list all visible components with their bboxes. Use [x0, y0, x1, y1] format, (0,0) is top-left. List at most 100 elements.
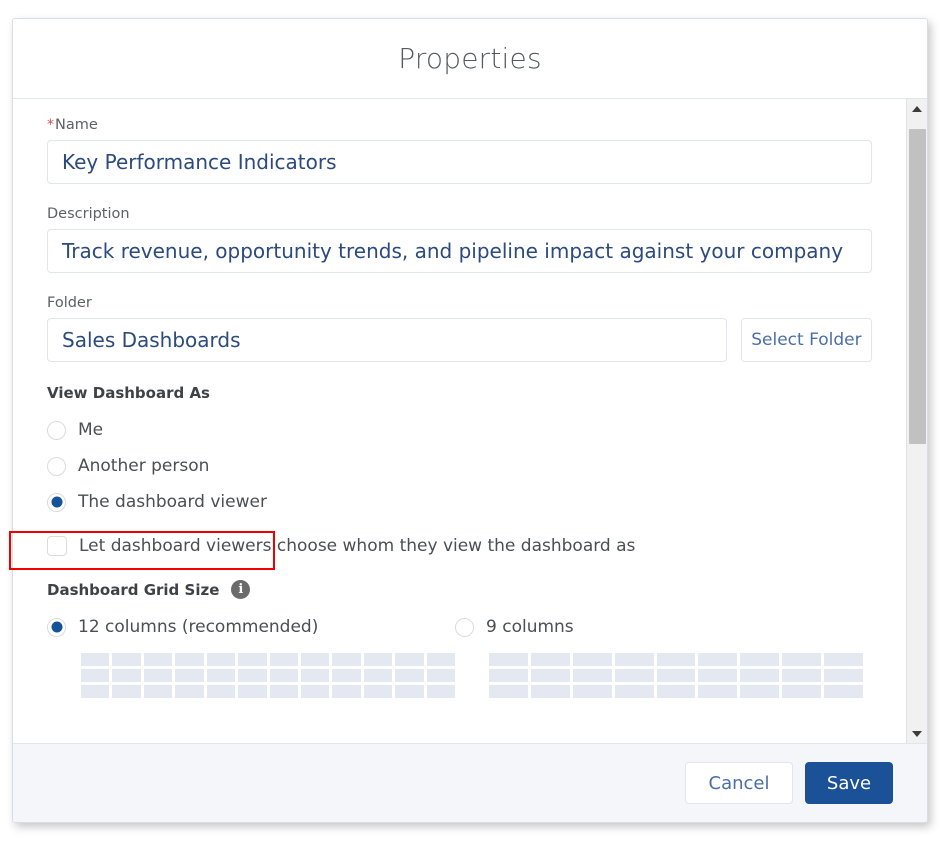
grid-preview-cell [426, 685, 456, 698]
grid-preview-cell [740, 653, 780, 666]
grid-option-9-columns: 9 columns [455, 609, 864, 698]
radio-me-control[interactable] [47, 420, 66, 440]
radio-dashboard-viewer-control[interactable] [47, 492, 66, 512]
folder-input[interactable]: Sales Dashboards [47, 318, 727, 362]
grid-preview-cell [489, 653, 528, 666]
grid-preview-row [489, 653, 864, 666]
radio-another-person-control[interactable] [47, 456, 66, 476]
grid-preview-12 [81, 653, 456, 698]
radio-12-columns-control[interactable] [47, 617, 66, 637]
select-folder-button[interactable]: Select Folder [740, 318, 872, 362]
grid-preview-cell [426, 669, 456, 682]
let-viewers-choose-checkbox[interactable] [47, 536, 67, 556]
radio-option-12-columns[interactable]: 12 columns (recommended) [47, 609, 455, 645]
grid-preview-cell [824, 653, 864, 666]
folder-label: Folder [47, 295, 92, 311]
scroll-down-button[interactable] [907, 724, 927, 743]
grid-preview-cell [395, 653, 424, 666]
grid-preview-cell [782, 685, 822, 698]
grid-preview-cell [426, 653, 456, 666]
grid-preview-cell [143, 669, 173, 682]
grid-preview-cell [269, 653, 298, 666]
scrollbar-thumb[interactable] [909, 129, 926, 444]
grid-preview-cell [332, 653, 361, 666]
grid-preview-cell [269, 685, 298, 698]
grid-preview-cell [395, 685, 424, 698]
grid-preview-cell [363, 653, 393, 666]
dashboard-grid-size-heading: Dashboard Grid Size i [47, 580, 872, 599]
grid-preview-cell [238, 653, 267, 666]
vertical-scrollbar[interactable] [906, 99, 927, 743]
grid-preview-cell [81, 653, 110, 666]
grid-preview-cell [175, 685, 204, 698]
grid-preview-9 [489, 653, 864, 698]
grid-preview-cell [656, 669, 696, 682]
let-viewers-choose-label: Let dashboard viewers choose whom they v… [79, 536, 636, 556]
grid-preview-cell [112, 669, 141, 682]
grid-preview-cell [824, 669, 864, 682]
description-label: Description [47, 206, 130, 222]
grid-preview-cell [572, 685, 612, 698]
grid-preview-row [81, 669, 456, 682]
folder-row: Sales Dashboards Select Folder [47, 318, 872, 362]
grid-preview-cell [698, 653, 738, 666]
grid-preview-cell [238, 669, 267, 682]
grid-preview-cell [143, 685, 173, 698]
dialog-body: *Name Key Performance Indicators Descrip… [13, 99, 906, 743]
grid-preview-cell [656, 685, 696, 698]
grid-preview-cell [698, 669, 738, 682]
grid-preview-cell [112, 653, 141, 666]
grid-preview-row [81, 653, 456, 666]
radio-option-9-columns[interactable]: 9 columns [455, 609, 863, 645]
grid-preview-cell [143, 653, 173, 666]
grid-preview-cell [332, 685, 361, 698]
save-button[interactable]: Save [805, 762, 893, 804]
grid-preview-cell [300, 653, 330, 666]
cancel-button[interactable]: Cancel [685, 762, 793, 804]
chevron-up-icon [912, 105, 922, 112]
name-label: *Name [47, 117, 872, 133]
grid-preview-cell [489, 669, 528, 682]
required-asterisk: * [47, 117, 54, 133]
grid-option-12-columns: 12 columns (recommended) [47, 609, 456, 698]
dialog-header: Properties [13, 19, 927, 99]
name-label-text: Name [55, 117, 98, 133]
info-icon[interactable]: i [231, 580, 251, 599]
radio-9-columns-label: 9 columns [486, 617, 574, 637]
dashboard-grid-size-group: Dashboard Grid Size i 12 columns (recomm… [47, 580, 872, 698]
grid-preview-cell [300, 669, 330, 682]
grid-preview-cell [614, 685, 654, 698]
grid-preview-cell [363, 669, 393, 682]
grid-preview-cell [206, 653, 236, 666]
grid-preview-cell [656, 653, 696, 666]
view-dashboard-as-heading-text: View Dashboard As [47, 384, 210, 402]
properties-dialog: Properties *Name Key Performance Indicat… [12, 18, 928, 823]
radio-9-columns-control[interactable] [455, 617, 474, 637]
radio-option-me[interactable]: Me [47, 412, 872, 448]
grid-preview-cell [572, 669, 612, 682]
dialog-title: Properties [398, 42, 542, 75]
view-dashboard-as-heading: View Dashboard As [47, 384, 872, 402]
radio-option-another-person[interactable]: Another person [47, 448, 872, 484]
grid-preview-row [489, 669, 864, 682]
radio-12-columns-label: 12 columns (recommended) [78, 617, 319, 637]
description-input[interactable]: Track revenue, opportunity trends, and p… [47, 229, 872, 273]
dashboard-grid-size-heading-text: Dashboard Grid Size [47, 580, 220, 599]
grid-preview-cell [489, 685, 528, 698]
name-input[interactable]: Key Performance Indicators [47, 140, 872, 184]
description-field-group: Description Track revenue, opportunity t… [47, 206, 872, 273]
grid-preview-cell [81, 685, 110, 698]
radio-option-dashboard-viewer[interactable]: The dashboard viewer [47, 484, 872, 520]
let-viewers-choose-row[interactable]: Let dashboard viewers choose whom they v… [47, 526, 872, 566]
grid-preview-row [489, 685, 864, 698]
view-dashboard-as-group: View Dashboard As Me Another person The … [47, 384, 872, 566]
grid-preview-cell [782, 669, 822, 682]
grid-preview-cell [530, 653, 570, 666]
grid-preview-cell [572, 653, 612, 666]
scroll-up-button[interactable] [907, 99, 927, 118]
grid-preview-cell [740, 669, 780, 682]
dialog-body-wrapper: *Name Key Performance Indicators Descrip… [13, 99, 927, 743]
grid-preview-cell [175, 653, 204, 666]
grid-preview-cell [112, 685, 141, 698]
grid-preview-cell [614, 653, 654, 666]
